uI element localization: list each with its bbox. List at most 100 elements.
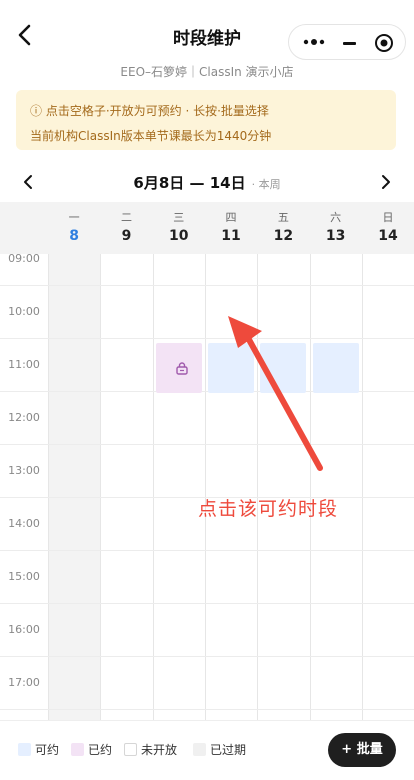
available-slot[interactable] <box>312 343 359 393</box>
lock-icon <box>175 362 188 375</box>
time-cell-11-1200[interactable] <box>206 445 256 496</box>
time-cell-14-0900[interactable] <box>363 286 413 337</box>
time-cell-9-1000[interactable] <box>101 339 151 390</box>
time-cell-10-1700[interactable] <box>154 710 204 720</box>
time-cell-14-1300[interactable] <box>363 498 413 549</box>
time-cell-14-1000[interactable] <box>363 339 413 390</box>
time-cell-11-1600[interactable] <box>206 657 256 708</box>
legend-booked-label: 已约 <box>88 743 113 757</box>
time-cell-8-1500[interactable] <box>49 604 99 655</box>
day-header-8: 一8 <box>48 202 100 254</box>
weekday-label: 四 <box>225 211 237 224</box>
time-cell-13-1500[interactable] <box>311 604 361 655</box>
time-cell-10-1400[interactable] <box>154 551 204 602</box>
time-cell-8-1000[interactable] <box>49 339 99 390</box>
time-label: 12:00 <box>8 411 40 424</box>
time-cell-14-1600[interactable] <box>363 657 413 708</box>
time-cell-14-1500[interactable] <box>363 604 413 655</box>
time-cell-11-1700[interactable] <box>206 710 256 720</box>
weekday-label: 六 <box>330 211 342 224</box>
day-header-12: 五 12 <box>257 202 309 254</box>
time-cell-12-0900[interactable] <box>258 286 308 337</box>
legend-available: 可约 <box>18 741 59 758</box>
date-label: 14 <box>378 228 398 244</box>
time-cell-13-1600[interactable] <box>311 657 361 708</box>
time-cell-9-0900[interactable] <box>101 286 151 337</box>
minimize-icon[interactable] <box>343 42 356 45</box>
time-cell-10-1300[interactable] <box>154 498 204 549</box>
time-label: 16:00 <box>8 623 40 636</box>
time-cell-10-0900[interactable] <box>154 286 204 337</box>
time-cell-12-1400[interactable] <box>258 551 308 602</box>
time-cell-12-1600[interactable] <box>258 657 308 708</box>
chevron-right-icon[interactable] <box>378 173 394 191</box>
time-cell-14-1200[interactable] <box>363 445 413 496</box>
legend-booked: 已约 <box>71 741 112 758</box>
time-cell-8-0900[interactable] <box>49 286 99 337</box>
time-cell-9-1100[interactable] <box>101 392 151 443</box>
time-cell-12-1200[interactable] <box>258 445 308 496</box>
time-label: 09:00 <box>8 254 40 265</box>
legend-closed-label: 未开放 <box>141 743 178 757</box>
day-header-9: 二9 <box>100 202 152 254</box>
time-cell-9-1600[interactable] <box>101 657 151 708</box>
time-cell-11-0900[interactable] <box>206 286 256 337</box>
weekday-label: 五 <box>277 211 289 224</box>
time-cell-14-1100[interactable] <box>363 392 413 443</box>
batch-button[interactable]: + 批量 <box>328 733 396 767</box>
time-cell-8-1300[interactable] <box>49 498 99 549</box>
available-slot[interactable] <box>207 343 255 393</box>
weekday-label: 一 <box>68 211 80 224</box>
time-cell-8-1600[interactable] <box>49 657 99 708</box>
time-cell-12-1100[interactable] <box>258 392 308 443</box>
schedule-grid: 09:00 10:00 11:00 12:00 13:00 14:00 15:00 16:00… <box>0 254 414 720</box>
time-cell-13-1100[interactable] <box>311 392 361 443</box>
time-cell-13-1400[interactable] <box>311 551 361 602</box>
more-dots-icon[interactable] <box>303 34 325 50</box>
time-cell-9-1200[interactable] <box>101 445 151 496</box>
miniprogram-capsule <box>288 24 406 60</box>
navigation-bar: 时段维护 EEO–石箩婷｜ClassIn 演示小店 <box>0 0 414 80</box>
close-target-icon[interactable] <box>374 33 394 53</box>
time-cell-9-1400[interactable] <box>101 551 151 602</box>
weekday-label: 二 <box>120 211 132 224</box>
legend-expired-label: 已过期 <box>210 743 247 757</box>
day-header-14: 日 14 <box>362 202 414 254</box>
time-cell-13-1700[interactable] <box>311 710 361 720</box>
time-cell-10-1500[interactable] <box>154 604 204 655</box>
time-cell-8-1200[interactable] <box>49 445 99 496</box>
time-cell-13-0900[interactable] <box>311 286 361 337</box>
date-label: 9 <box>121 228 132 244</box>
time-cell-9-1700[interactable] <box>101 710 151 720</box>
day-header-10: 三 10 <box>153 202 205 254</box>
time-cell-8-1400[interactable] <box>49 551 99 602</box>
time-cell-8-1700[interactable] <box>49 710 99 720</box>
tip-banner: ⓘ 点击空格子·开放为可预约 · 长按·批量选择 当前机构ClassIn版本单节… <box>16 90 396 150</box>
time-label: 10:00 <box>8 305 40 318</box>
available-swatch <box>18 743 31 756</box>
time-cell-10-1600[interactable] <box>154 657 204 708</box>
annotation-text: 点击该可约时段 <box>198 498 339 520</box>
time-cell-12-1700[interactable] <box>258 710 308 720</box>
time-cell-10-1200[interactable] <box>154 445 204 496</box>
time-cell-14-1400[interactable] <box>363 551 413 602</box>
time-cell-13-1200[interactable] <box>311 445 361 496</box>
time-cell-9-1300[interactable] <box>101 498 151 549</box>
page-subtitle: EEO–石箩婷｜ClassIn 演示小店 <box>120 65 294 79</box>
available-slot[interactable] <box>260 343 307 393</box>
date-label: 12 <box>273 228 294 244</box>
time-cell-12-1500[interactable] <box>258 604 308 655</box>
tip-line-instructions: ⓘ 点击空格子·开放为可预约 · 长按·批量选择 <box>30 104 269 118</box>
closed-swatch <box>124 743 137 756</box>
time-label: 17:00 <box>8 676 40 689</box>
time-cell-8-1100[interactable] <box>49 392 99 443</box>
legend-closed: 未开放 <box>124 741 177 758</box>
time-cell-9-1500[interactable] <box>101 604 151 655</box>
time-cell-11-1100[interactable] <box>206 392 256 443</box>
expired-swatch <box>193 743 206 756</box>
time-cell-11-1400[interactable] <box>206 551 256 602</box>
time-cell-11-1500[interactable] <box>206 604 256 655</box>
time-cell-14-1700[interactable] <box>363 710 413 720</box>
booked-slot[interactable] <box>155 343 202 393</box>
time-cell-10-1100[interactable] <box>154 392 204 443</box>
